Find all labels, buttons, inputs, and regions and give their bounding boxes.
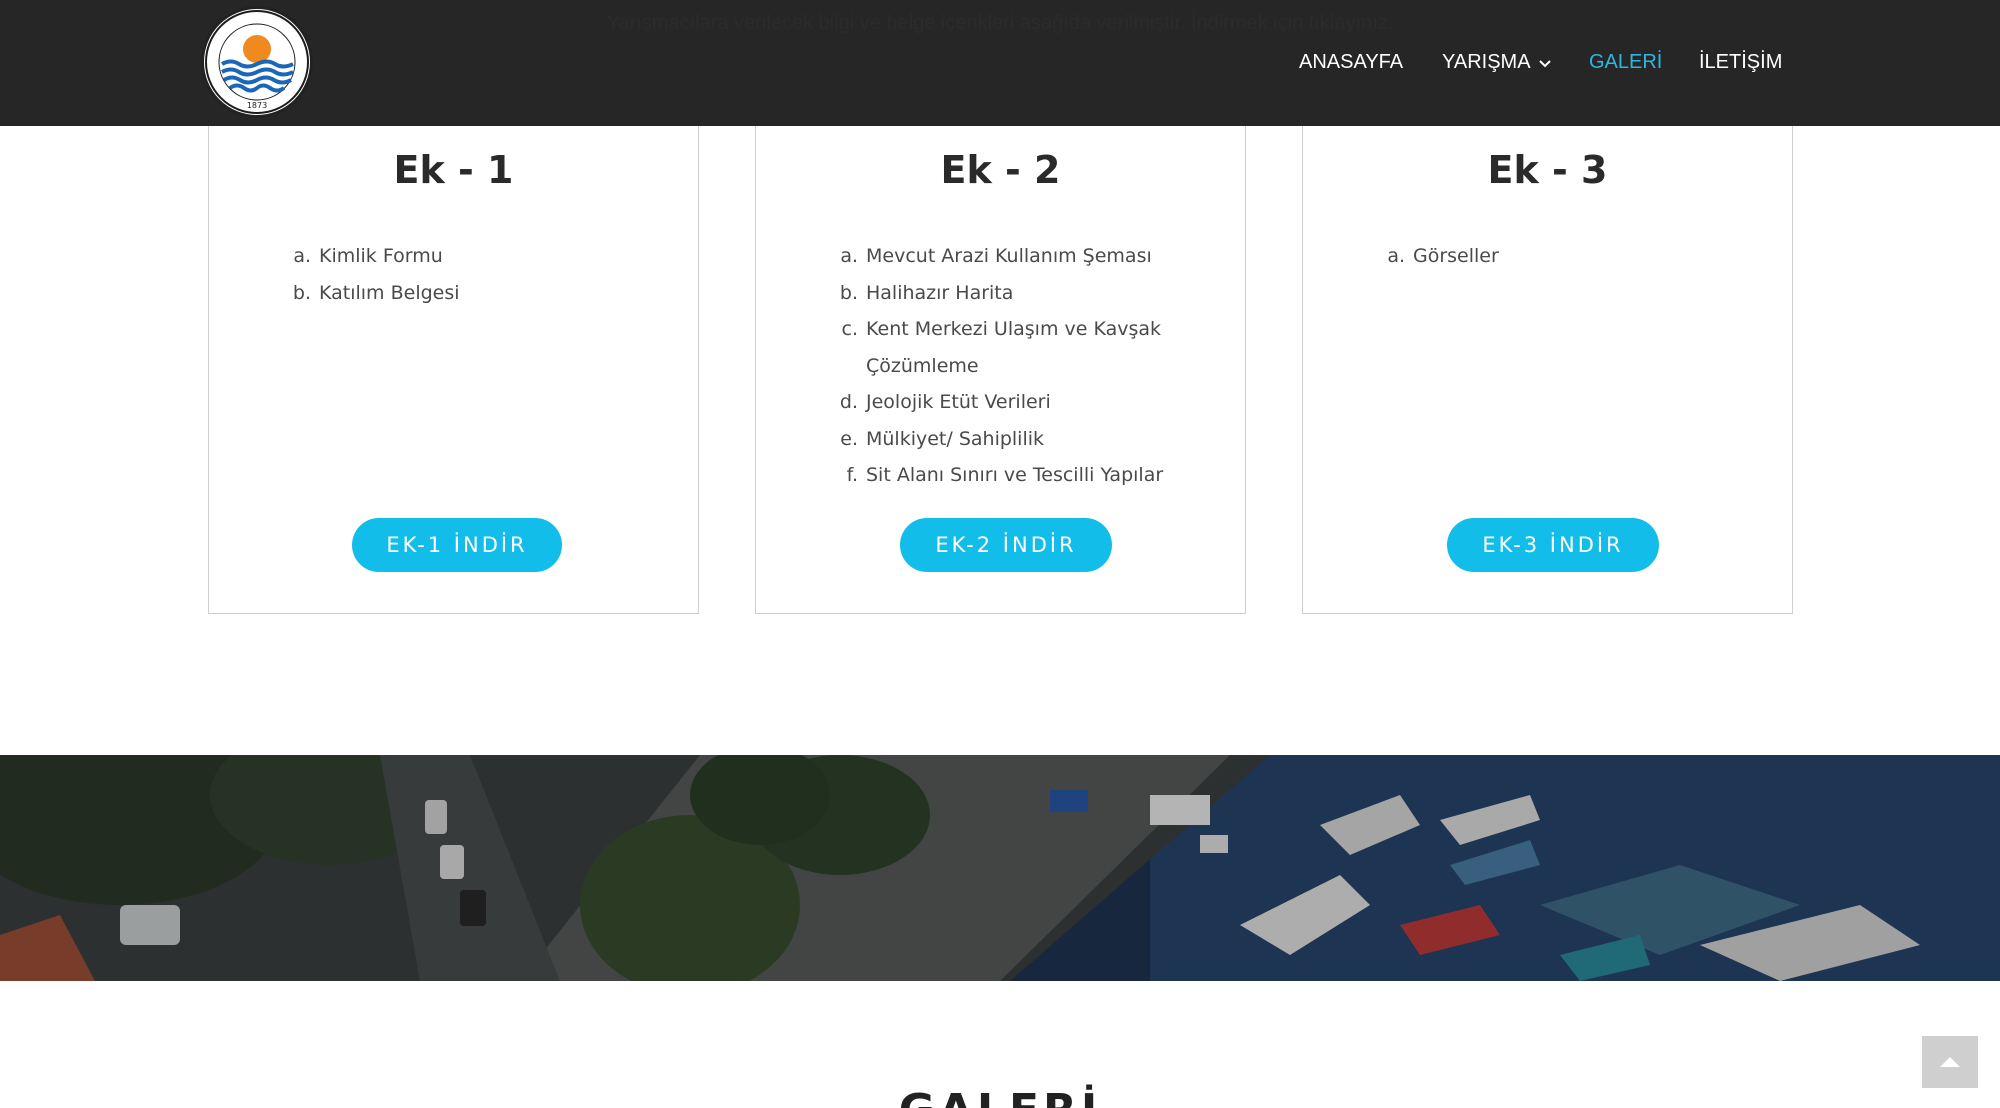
list-item-text: Jeolojik Etüt Verileri (866, 391, 1051, 413)
nav-item-yarisma[interactable]: YARIŞMA (1442, 51, 1551, 74)
list-marker: b. (292, 281, 311, 304)
list-item: b. Katılım Belgesi (289, 275, 619, 312)
site-header: Yarışmacılara verilecek bilgi ve belge i… (0, 0, 2000, 126)
list-marker: a. (293, 245, 311, 267)
list-item-text: Sit Alanı Sınırı ve Tescilli Yapılar (866, 464, 1164, 486)
download-ek3-button[interactable]: EK-3 İNDİR (1447, 518, 1659, 572)
scroll-to-top-button[interactable] (1922, 1036, 1978, 1088)
gallery-section-title: GALERİ (0, 1085, 2000, 1108)
list-item-text: Mülkiyet/ Sahiplilik (866, 427, 1045, 450)
list-item: c. Kent Merkezi Ulaşım ve Kavşak Çözümlem… (836, 311, 1166, 384)
svg-text:1873: 1873 (247, 101, 267, 110)
download-card-ek2: Ek - 2 a. Mevcut Arazi Kullanım Şeması b.… (755, 126, 1246, 614)
harbor-photo-banner (0, 755, 2000, 981)
list-marker: a. (1387, 245, 1405, 267)
nav-item-anasayfa[interactable]: ANASAYFA (1299, 51, 1403, 74)
card-title: Ek - 2 (940, 148, 1061, 192)
list-marker: e. (840, 427, 858, 450)
list-item: f. Sit Alanı Sınırı ve Tescilli Yapılar (836, 457, 1166, 494)
list-marker: c. (841, 318, 859, 340)
download-ek1-button[interactable]: EK-1 İNDİR (352, 518, 562, 572)
card-item-list: a. Mevcut Arazi Kullanım Şeması b. Halihaz… (836, 238, 1166, 494)
nav-item-yarisma-label: YARIŞMA (1442, 51, 1531, 73)
card-title: Ek - 3 (1487, 148, 1608, 192)
list-item-text: Mevcut Arazi Kullanım Şeması (866, 245, 1152, 267)
list-item: d. Jeolojik Etüt Verileri (836, 384, 1166, 421)
municipality-seal-icon[interactable]: 1873 (201, 6, 313, 118)
list-marker: a. (840, 245, 858, 267)
list-item-text: Görseller (1413, 245, 1499, 267)
list-item-text: Kent Merkezi Ulaşım ve Kavşak Çözümleme (866, 318, 1162, 377)
download-card-ek1: Ek - 1 a. Kimlik Formu b. Katılım Belgesi … (208, 126, 699, 614)
list-item-text: Katılım Belgesi (319, 281, 460, 304)
card-item-list: a. Kimlik Formu b. Katılım Belgesi (289, 238, 619, 311)
list-item: a. Kimlik Formu (289, 238, 619, 275)
chevron-down-icon (1538, 51, 1551, 74)
list-item: e. Mülkiyet/ Sahiplilik (836, 421, 1166, 458)
list-item: b. Halihazır Harita (836, 275, 1166, 312)
list-marker: d. (839, 391, 858, 413)
list-marker: b. (839, 281, 858, 304)
nav-item-iletisim[interactable]: İLETİŞİM (1699, 51, 1782, 74)
list-item-text: Kimlik Formu (319, 245, 443, 267)
nav-item-galeri[interactable]: GALERİ (1589, 51, 1662, 74)
list-item-text: Halihazır Harita (866, 281, 1014, 304)
chevron-up-icon (1922, 1057, 1978, 1091)
card-item-list: a. Görseller (1383, 238, 1713, 275)
list-item: a. Mevcut Arazi Kullanım Şeması (836, 238, 1166, 275)
card-title: Ek - 1 (393, 148, 514, 192)
list-marker: f. (846, 464, 858, 486)
list-item: a. Görseller (1383, 238, 1713, 275)
download-ek2-button[interactable]: EK-2 İNDİR (900, 518, 1112, 572)
download-card-ek3: Ek - 3 a. Görseller EK-3 İNDİR (1302, 126, 1793, 614)
